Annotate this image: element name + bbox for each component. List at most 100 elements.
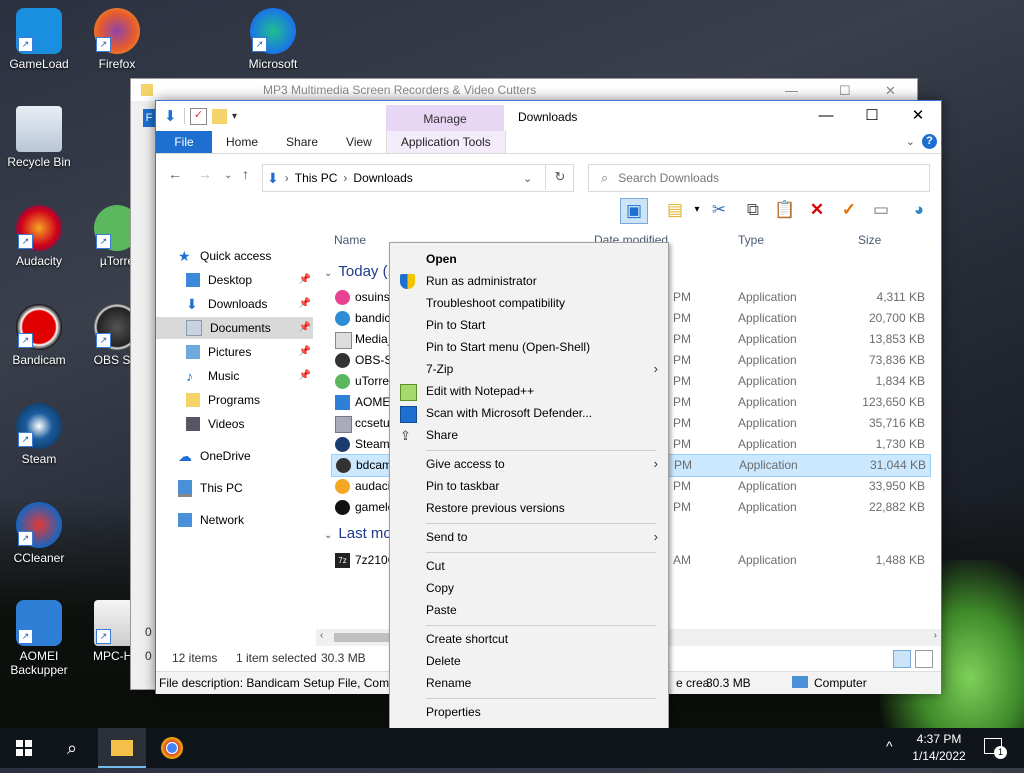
taskbar-file-explorer[interactable]	[98, 728, 146, 768]
nav-downloads[interactable]: ⬇ Downloads 📌	[186, 293, 313, 315]
nav-music[interactable]: ♪ Music 📌	[186, 365, 313, 387]
details-view-icon[interactable]	[893, 650, 911, 668]
breadcrumb-this-pc[interactable]: This PC	[295, 171, 338, 185]
nav-programs[interactable]: Programs	[186, 389, 313, 411]
refresh-icon[interactable]: ↻	[545, 164, 574, 190]
pin-icon[interactable]: 📌	[299, 317, 311, 339]
scroll-left-icon[interactable]: ‹	[320, 630, 323, 641]
tab-application-tools[interactable]: Application Tools	[385, 131, 506, 153]
menu-copy[interactable]: Copy	[390, 577, 668, 599]
copy-icon[interactable]: ⧉	[740, 198, 766, 222]
start-button[interactable]	[0, 728, 48, 768]
column-type[interactable]: Type	[738, 233, 764, 247]
menu-edit-with-notepad[interactable]: Edit with Notepad++	[390, 380, 668, 402]
ribbon-expand-icon[interactable]: ⌄	[906, 135, 915, 148]
menu-rename[interactable]: Rename	[390, 672, 668, 694]
show-hidden-icons-chevron[interactable]: ^	[886, 738, 893, 754]
pin-icon[interactable]: 📌	[299, 293, 311, 315]
menu-troubleshoot-compatibility[interactable]: Troubleshoot compatibility	[390, 292, 668, 314]
menu-pin-to-start[interactable]: Pin to Start	[390, 314, 668, 336]
maximize-button[interactable]: ☐	[849, 101, 895, 131]
large-icons-view-icon[interactable]	[915, 650, 933, 668]
download-arrow-icon[interactable]: ⬇	[164, 109, 179, 124]
menu-properties[interactable]: Properties	[390, 701, 668, 723]
shell-icon[interactable]: ◕	[906, 198, 932, 222]
background-file-tab[interactable]: F	[143, 109, 155, 127]
nav-videos[interactable]: Videos	[186, 413, 313, 435]
breadcrumb-downloads[interactable]: Downloads	[353, 171, 412, 185]
menu-paste[interactable]: Paste	[390, 599, 668, 621]
tab-share[interactable]: Share	[272, 131, 332, 153]
nav-onedrive[interactable]: ☁ OneDrive	[178, 445, 313, 467]
menu-send-to[interactable]: Send to ›	[390, 526, 668, 548]
menu-7zip[interactable]: 7-Zip ›	[390, 358, 668, 380]
manage-contextual-tab[interactable]: Manage	[386, 105, 504, 133]
desktop-icon-firefox[interactable]: ↗ Firefox	[78, 8, 156, 71]
desktop-icon-ccleaner[interactable]: ↗ CCleaner	[0, 502, 78, 565]
nav-pictures[interactable]: Pictures 📌	[186, 341, 313, 363]
menu-scan-with-defender[interactable]: Scan with Microsoft Defender...	[390, 402, 668, 424]
minimize-icon[interactable]: —	[785, 83, 798, 98]
paste-icon[interactable]: 📋	[772, 198, 798, 222]
menu-create-shortcut[interactable]: Create shortcut	[390, 628, 668, 650]
column-size[interactable]: Size	[858, 233, 881, 247]
desktop-icon-edge[interactable]: ↗ Microsoft	[234, 8, 312, 71]
customize-toolbar-icon[interactable]: ▾	[232, 111, 237, 122]
tab-home[interactable]: Home	[212, 131, 272, 153]
nav-documents[interactable]: Documents 📌	[156, 317, 313, 339]
pin-icon[interactable]: 📌	[299, 365, 311, 387]
clock[interactable]: 4:37 PM 1/14/2022	[905, 731, 973, 765]
desktop-icon-aomei[interactable]: ↗ AOMEI Backupper	[0, 600, 78, 677]
taskbar-chrome[interactable]	[148, 728, 196, 768]
new-folder-icon[interactable]	[212, 108, 227, 124]
group-header-today[interactable]: ⌄ Today (1	[324, 263, 396, 280]
nav-quick-access[interactable]: ★ Quick access	[178, 245, 313, 267]
pin-icon[interactable]: 📌	[299, 269, 311, 291]
search-input[interactable]: ⌕ Search Downloads	[588, 164, 930, 192]
maximize-icon[interactable]: ☐	[839, 83, 851, 99]
desktop-icon-bandicam[interactable]: ↗ Bandicam	[0, 304, 78, 367]
nav-this-pc[interactable]: This PC	[178, 477, 313, 499]
menu-give-access-to[interactable]: Give access to ›	[390, 453, 668, 475]
tab-file[interactable]: File	[156, 131, 212, 153]
nav-network[interactable]: Network	[178, 509, 313, 531]
preview-pane-icon[interactable]: ▣	[620, 198, 648, 224]
nav-desktop[interactable]: Desktop 📌	[186, 269, 313, 291]
menu-pin-to-start-open-shell[interactable]: Pin to Start menu (Open-Shell)	[390, 336, 668, 358]
close-icon[interactable]: ✕	[885, 83, 896, 99]
forward-arrow-icon[interactable]: →	[198, 166, 212, 182]
desktop-icon-audacity[interactable]: ↗ Audacity	[0, 205, 78, 268]
desktop-icon-recycle-bin[interactable]: Recycle Bin	[0, 106, 78, 169]
tab-view[interactable]: View	[332, 131, 386, 153]
help-icon[interactable]: ?	[922, 134, 937, 149]
minimize-button[interactable]: —	[803, 101, 849, 131]
address-bar[interactable]: ⬇ › This PC › Downloads ⌄	[262, 164, 574, 192]
back-arrow-icon[interactable]: ←	[168, 166, 182, 182]
pin-icon[interactable]: 📌	[299, 341, 311, 363]
menu-restore-previous-versions[interactable]: Restore previous versions	[390, 497, 668, 519]
menu-delete[interactable]: Delete	[390, 650, 668, 672]
menu-run-as-administrator[interactable]: Run as administrator	[390, 270, 668, 292]
menu-share[interactable]: ⇪ Share	[390, 424, 668, 446]
desktop-icon-steam[interactable]: ↗ Steam	[0, 403, 78, 466]
desktop-icon-gameload[interactable]: ↗ GameLoad	[0, 8, 78, 71]
group-header-last-month[interactable]: ⌄ Last mo	[324, 525, 392, 542]
menu-cut[interactable]: Cut	[390, 555, 668, 577]
up-arrow-icon[interactable]: ↑	[242, 166, 249, 182]
menu-pin-to-taskbar[interactable]: Pin to taskbar	[390, 475, 668, 497]
select-check-icon[interactable]: ✓	[836, 198, 862, 222]
column-name[interactable]: Name	[334, 233, 366, 247]
search-button[interactable]: ⌕	[48, 728, 96, 768]
computer-icon	[178, 479, 192, 497]
close-button[interactable]: ✕	[895, 101, 941, 131]
rename-icon[interactable]: ▭	[868, 198, 894, 222]
folder-icon	[141, 84, 153, 96]
address-dropdown-icon[interactable]: ⌄	[523, 172, 532, 185]
folder-icon	[186, 393, 200, 407]
menu-open[interactable]: Open	[390, 248, 668, 270]
cut-icon[interactable]: ✂	[706, 198, 732, 222]
properties-check-icon[interactable]: ✓	[190, 107, 207, 125]
delete-icon[interactable]: ✕	[804, 198, 830, 222]
recent-locations-icon[interactable]: ⌄	[224, 170, 232, 181]
scroll-right-icon[interactable]: ›	[934, 630, 937, 641]
